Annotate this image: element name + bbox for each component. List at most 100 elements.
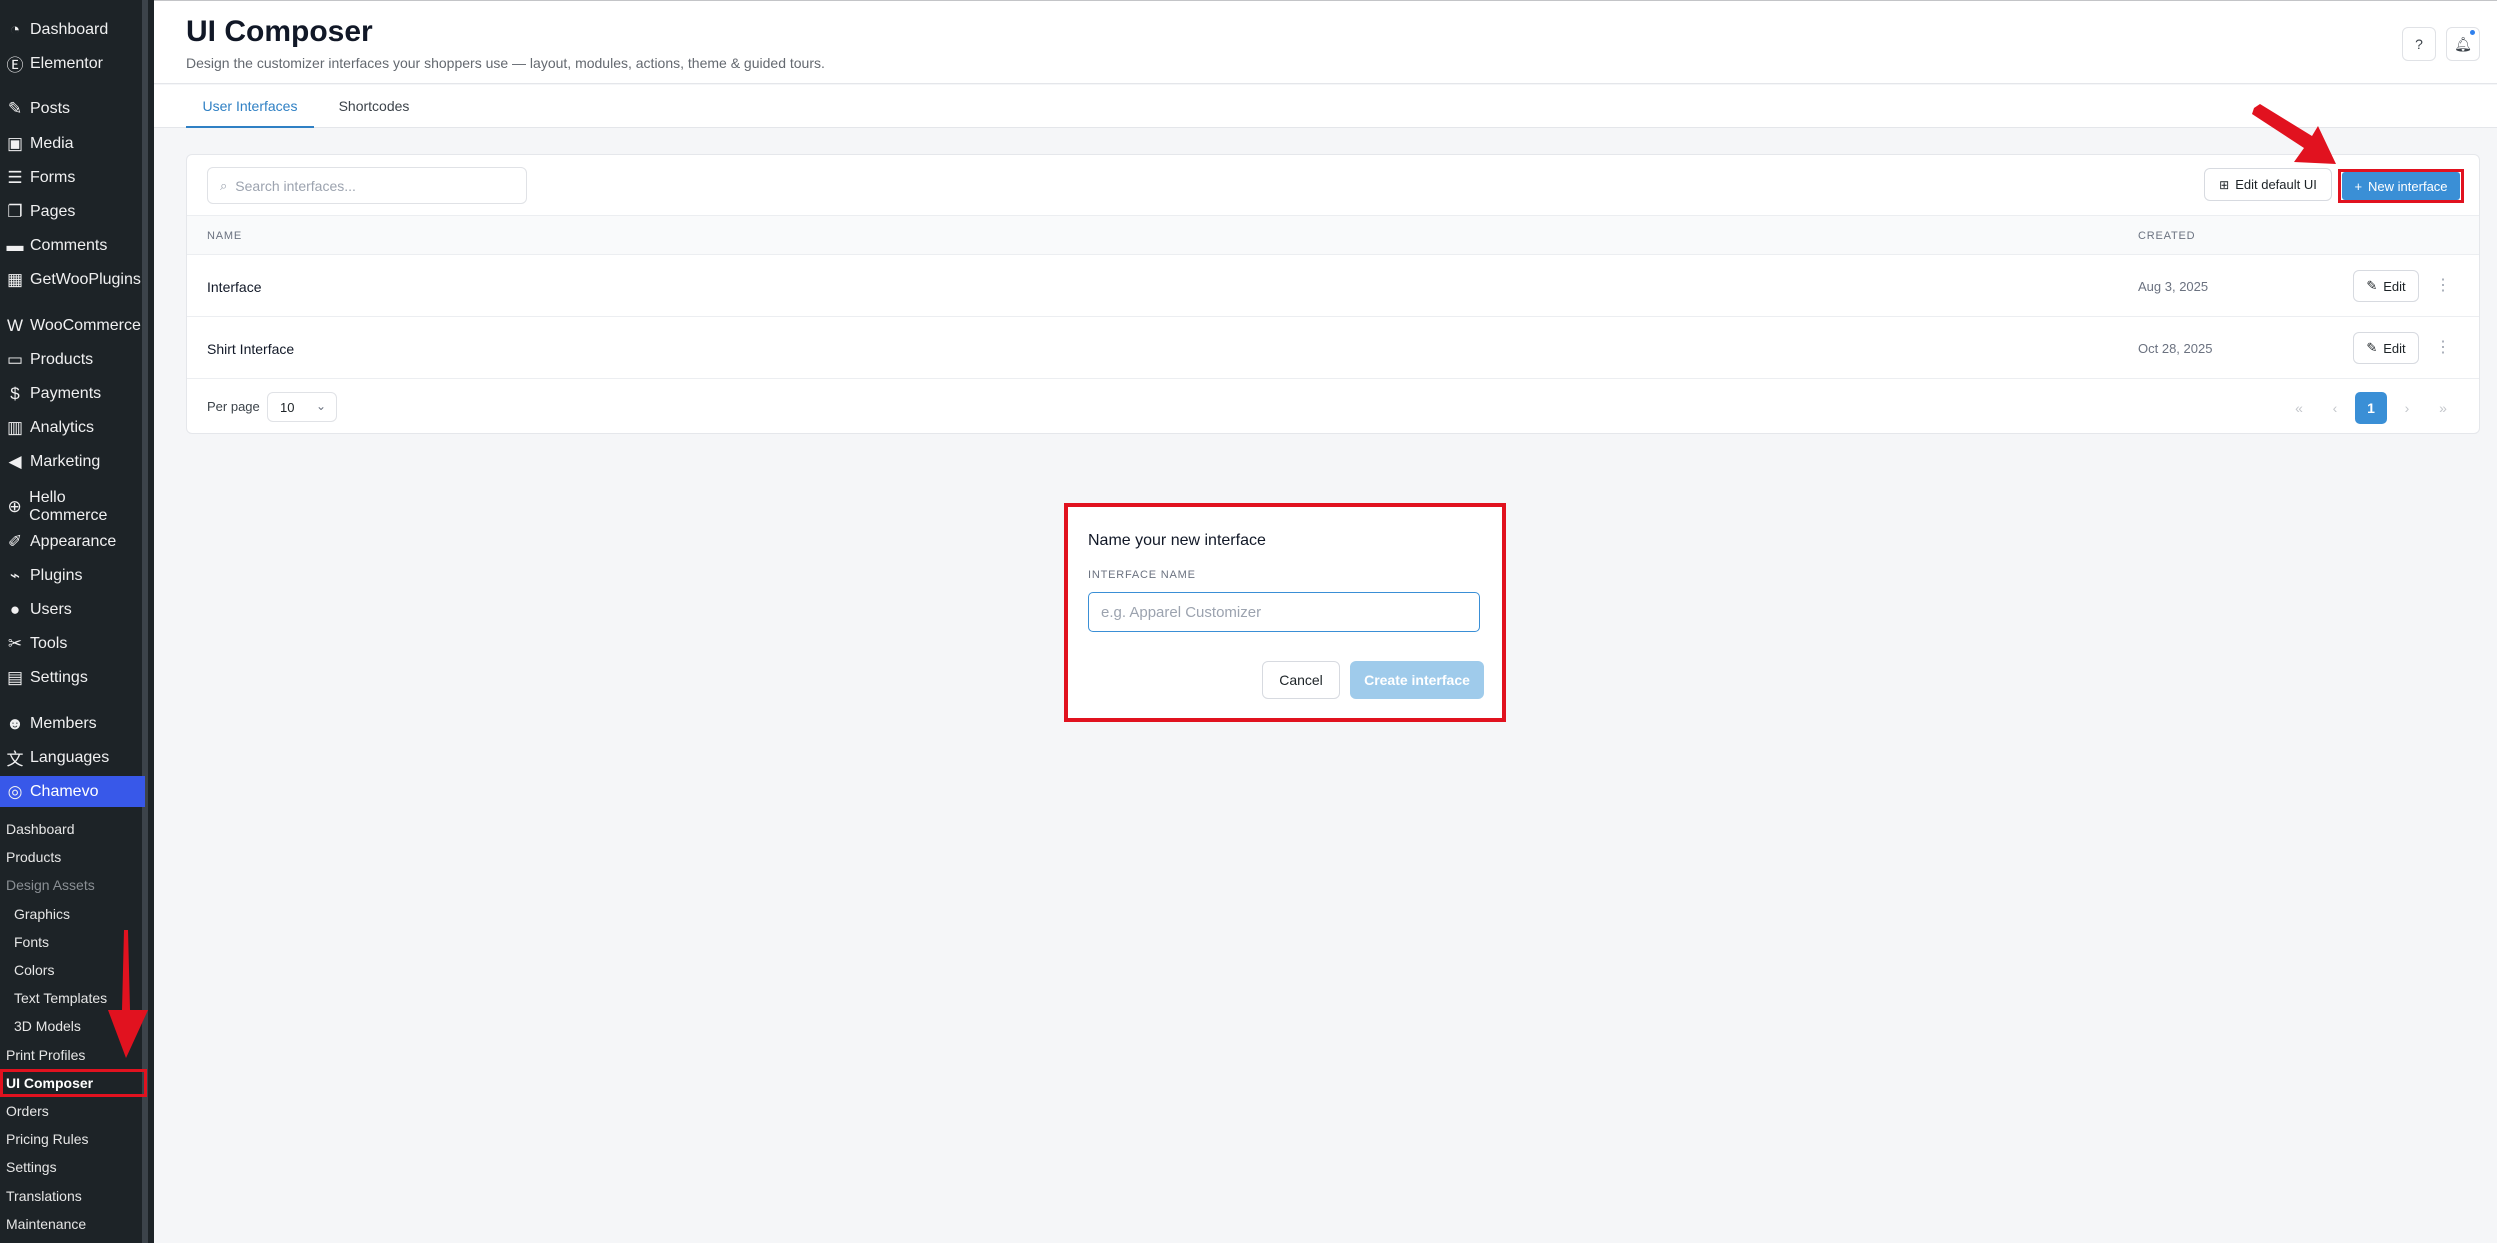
menu-payments[interactable]: $ Payments [0,378,145,409]
user-icon: ● [9,599,21,619]
settings-icon: ▤ [6,667,24,687]
submenu-dashboard[interactable]: Dashboard [6,816,75,842]
menu-dashboard[interactable]: ◔ Dashboard [0,14,145,45]
submenu-graphics[interactable]: Graphics [14,901,70,927]
row-created: Aug 3, 2025 [2138,279,2209,294]
submenu-translations[interactable]: Translations [6,1183,82,1209]
edit-button[interactable]: ✎ Edit [2353,332,2419,364]
menu-members[interactable]: ☻ Members [0,708,145,739]
tab-user-interfaces[interactable]: User Interfaces [186,85,314,128]
page-subtitle: Design the customizer interfaces your sh… [186,55,825,71]
pages-icon: ❐ [7,201,23,221]
menu-plugins[interactable]: ⌁ Plugins [0,560,145,591]
create-interface-button[interactable]: Create interface [1350,661,1484,699]
notification-dot [2470,30,2475,35]
submenu-text-templates[interactable]: Text Templates [14,985,107,1011]
menu-elementor[interactable]: Ⓔ Elementor [0,48,145,79]
row-created: Oct 28, 2025 [2138,341,2213,356]
bar-chart-icon: ▥ [6,417,24,437]
menu-marketing[interactable]: ◀ Marketing [0,446,145,477]
menu-forms[interactable]: ☰ Forms [0,162,145,193]
archive-icon: ▭ [6,349,24,369]
menu-getwooplugins[interactable]: ▦ GetWooPlugins [0,264,145,295]
menu-users[interactable]: ● Users [0,594,145,625]
prev-page-icon[interactable]: ‹ [2319,392,2351,424]
menu-settings[interactable]: ▤ Settings [0,662,145,693]
menu-pages[interactable]: ❐ Pages [0,196,145,227]
interface-name-input[interactable] [1088,592,1480,632]
tab-shortcodes[interactable]: Shortcodes [334,85,414,128]
interfaces-card: ⌕ ⊞ Edit default UI + New interface NAME… [186,154,2480,434]
search-input[interactable] [235,177,496,194]
annotation-arrow-down-icon [108,930,148,1058]
menu-comments[interactable]: ▬ Comments [0,230,145,261]
media-icon: ▣ [6,133,24,153]
menu-woocommerce[interactable]: W WooCommerce [0,310,145,341]
menu-media[interactable]: ▣ Media [0,128,145,159]
submenu-products[interactable]: Products [6,844,61,870]
page-title: UI Composer [186,15,373,48]
column-header-created: CREATED [2138,230,2196,242]
more-options-icon[interactable]: ⋮ [2435,337,2451,357]
elementor-icon: Ⓔ [6,56,24,75]
cancel-button[interactable]: Cancel [1262,661,1340,699]
menu-hello-commerce[interactable]: ⊕ Hello Commerce [0,489,145,524]
plus-circle-icon: ⊕ [7,496,22,516]
woocommerce-icon: W [6,315,24,335]
per-page-select[interactable]: 10 ⌄ [267,392,337,422]
members-icon: ☻ [6,713,24,733]
interface-name-label: INTERFACE NAME [1088,569,1196,581]
pencil-icon: ✎ [2366,340,2378,355]
next-page-icon[interactable]: › [2391,392,2423,424]
more-options-icon[interactable]: ⋮ [2435,275,2451,295]
submenu-colors[interactable]: Colors [14,957,54,983]
tab-bar: User Interfaces Shortcodes [154,85,2497,128]
search-icon: ⌕ [220,177,228,193]
row-name: Interface [207,279,262,295]
submenu-orders[interactable]: Orders [6,1098,49,1124]
menu-chamevo[interactable]: ◎ Chamevo [0,776,145,807]
submenu-design-assets: Design Assets [6,877,95,893]
help-button[interactable]: ? [2402,27,2436,61]
brush-icon: ✐ [7,531,23,551]
menu-appearance[interactable]: ✐ Appearance [0,526,145,557]
chevron-down-icon: ⌄ [315,399,326,413]
pencil-icon: ✎ [2366,278,2378,293]
submenu-print-profiles[interactable]: Print Profiles [6,1042,85,1068]
menu-posts[interactable]: ✎ Posts [0,93,145,124]
edit-default-ui-button[interactable]: ⊞ Edit default UI [2204,168,2332,201]
new-interface-button[interactable]: + New interface [2342,172,2460,200]
grid-icon: ⊞ [2219,177,2230,192]
table-header: NAME CREATED [187,215,2479,255]
menu-languages[interactable]: 文 Languages [0,742,145,773]
dollar-icon: $ [10,383,20,403]
first-page-icon[interactable]: « [2283,392,2315,424]
menu-products[interactable]: ▭ Products [0,344,145,375]
menu-analytics[interactable]: ▥ Analytics [0,412,145,443]
plug-icon: ⌁ [9,565,21,585]
forms-icon: ☰ [7,167,23,187]
page-header: UI Composer Design the customizer interf… [154,0,2497,84]
pin-icon: ✎ [7,98,23,118]
submenu-maintenance[interactable]: Maintenance [6,1211,86,1237]
submenu-settings[interactable]: Settings [6,1154,57,1180]
menu-tools[interactable]: ✂ Tools [0,628,145,659]
per-page-label: Per page [207,399,260,414]
translate-icon: 文 [6,750,24,769]
new-interface-dialog: Name your new interface INTERFACE NAME C… [1064,503,1506,722]
submenu-pricing-rules[interactable]: Pricing Rules [6,1126,88,1152]
last-page-icon[interactable]: » [2427,392,2459,424]
submenu-fonts[interactable]: Fonts [14,929,49,955]
annotation-arrow-diagonal-icon [2252,104,2336,164]
page-number-current[interactable]: 1 [2355,392,2387,424]
table-row: Shirt Interface Oct 28, 2025 ✎ Edit ⋮ [187,317,2479,379]
help-icon: ? [2415,36,2423,52]
submenu-3d-models[interactable]: 3D Models [14,1013,81,1039]
dialog-title: Name your new interface [1088,532,1266,549]
bell-icon: 🔔︎ [2454,35,2472,52]
notifications-button[interactable]: 🔔︎ [2446,27,2480,61]
dashboard-icon: ◔ [9,19,21,39]
edit-button[interactable]: ✎ Edit [2353,270,2419,302]
table-row: Interface Aug 3, 2025 ✎ Edit ⋮ [187,255,2479,317]
search-box[interactable]: ⌕ [207,167,527,204]
